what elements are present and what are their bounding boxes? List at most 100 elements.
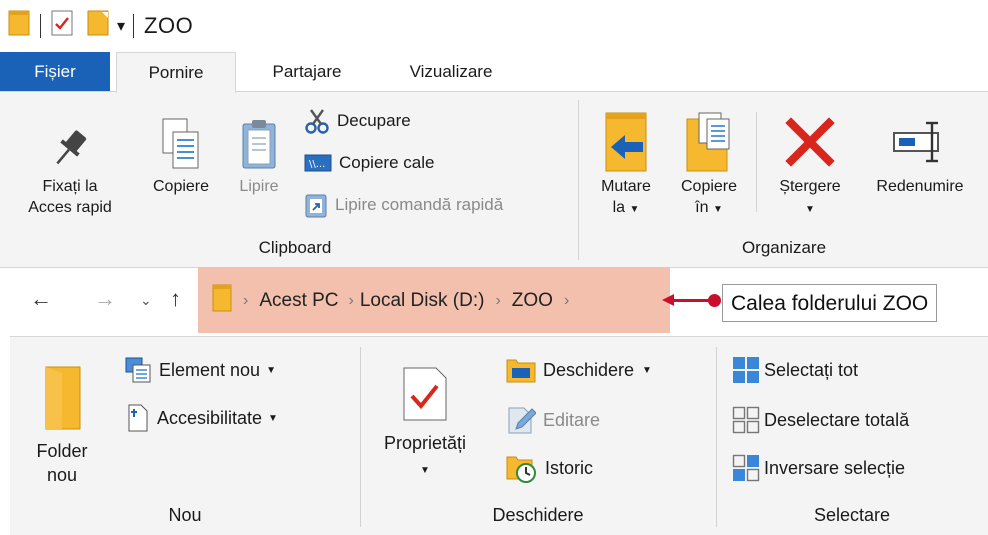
clipboard-group-label: Clipboard [258,238,332,257]
new-item-icon [124,356,152,384]
paste-shortcut-button[interactable]: Lipire comandă rapidă [304,190,503,220]
move-to-label-1: Mutare [601,178,651,195]
pin-to-quick-access-button[interactable]: Fixați la Acces rapid [14,120,126,218]
select-none-button[interactable]: Deselectare totală [732,405,909,435]
paste-button[interactable]: Lipire [226,112,292,197]
quick-access-toolbar: ▾ [8,6,144,46]
rename-button[interactable]: Redenumire [860,108,980,197]
properties-button[interactable]: Proprietăți ▼ [368,357,482,483]
breadcrumb-chevron-icon: › [243,292,249,309]
open-label: Deschidere [543,359,635,380]
open-group-label: Deschidere [492,505,584,525]
breadcrumb-zoo[interactable]: ZOO [512,290,553,312]
edit-icon [506,405,536,435]
pin-icon [14,120,126,176]
history-button[interactable]: Istoric [506,453,593,483]
new-group-label: Nou [168,505,202,525]
select-all-button[interactable]: Selectați tot [732,355,858,385]
dropdown-arrow-icon: ▼ [420,465,430,476]
tab-home[interactable]: Pornire [116,52,236,93]
folder-icon [212,284,232,318]
window-title: ZOO [144,13,194,38]
rename-label: Redenumire [876,178,964,195]
address-bar[interactable]: › Acest PC › Local Disk (D:) › ZOO › [212,284,580,318]
folder-icon [30,357,94,439]
history-label: Istoric [545,457,594,478]
breadcrumb-local-disk[interactable]: Local Disk (D:) [360,290,485,312]
copy-label: Copiere [152,178,210,195]
group-divider [578,100,579,260]
scissors-icon [304,108,330,134]
properties-label: Proprietăți [383,433,467,453]
dropdown-arrow-icon: ▼ [266,364,276,376]
easy-access-label: Accesibilitate [157,407,263,428]
back-arrow-icon[interactable]: ← [30,286,52,312]
customize-toolbar-icon[interactable]: ▾ [117,16,125,36]
copy-to-label-2: în [695,199,709,216]
history-icon [506,453,538,483]
pin-label-2: Acces rapid [28,199,112,216]
breadcrumb-chevron-icon: › [348,292,354,309]
open-icon [506,356,536,384]
invert-selection-button[interactable]: Inversare selecție [732,453,905,483]
edit-button[interactable]: Editare [506,405,600,435]
new-item-button[interactable]: Element nou ▼ [124,355,276,385]
tab-view[interactable]: Vizualizare [376,52,526,92]
easy-access-icon [124,403,150,433]
select-none-label: Deselectare totală [764,409,910,430]
folder-icon[interactable] [8,10,30,42]
copy-icon [138,112,224,176]
ribbon-home-continued: Folder nou Element nou ▼ Accesibilitate … [10,336,988,535]
copy-path-button[interactable]: \\... Copiere cale [304,148,434,178]
properties-icon[interactable] [51,10,73,42]
new-folder-label-1: Folder [36,441,88,461]
toolbar-divider [133,14,135,38]
organize-group-label: Organizare [741,238,827,257]
edit-label: Editare [543,409,601,430]
callout-label: Calea folderului ZOO [722,284,938,322]
new-folder-button[interactable]: Folder nou [30,357,94,487]
group-divider [756,112,757,212]
paste-label: Lipire [239,178,279,195]
recent-locations-icon[interactable]: ⌄ [140,292,152,309]
copy-button[interactable]: Copiere [138,112,224,197]
title-bar: ▾ ZOO [0,0,988,52]
forward-arrow-icon[interactable]: → [94,286,116,312]
easy-access-button[interactable]: Accesibilitate ▼ [124,403,278,433]
new-item-label: Element nou [159,359,261,380]
dropdown-arrow-icon: ▼ [805,204,815,215]
dropdown-arrow-icon: ▼ [712,204,723,215]
new-folder-label-2: nou [46,465,78,485]
move-to-icon [588,108,664,176]
rename-icon [860,108,980,176]
breadcrumb-this-pc[interactable]: Acest PC [259,290,338,312]
copy-path-label: Copiere cale [339,153,435,172]
delete-label: Ștergere [779,178,841,195]
copy-path-icon: \\... [304,154,332,172]
copy-to-icon [668,108,750,176]
dropdown-arrow-icon: ▼ [642,364,652,376]
select-all-icon [732,356,760,384]
cut-button[interactable]: Decupare [304,106,411,136]
new-folder-icon[interactable] [87,10,109,42]
breadcrumb-chevron-icon: › [495,292,501,309]
delete-icon [762,108,858,176]
breadcrumb-chevron-icon: › [563,292,570,309]
paste-shortcut-icon [304,192,328,218]
invert-selection-label: Inversare selecție [764,457,906,478]
cut-label: Decupare [337,111,411,130]
select-group-label: Selectare [813,505,891,525]
open-button[interactable]: Deschidere ▼ [506,355,652,385]
invert-selection-icon [732,454,760,482]
toolbar-divider [40,14,41,38]
group-divider [360,347,361,527]
copy-to-button[interactable]: Copiere în ▼ [668,108,750,220]
select-all-label: Selectați tot [764,359,859,380]
move-to-button[interactable]: Mutare la ▼ [588,108,664,220]
delete-button[interactable]: Ștergere ▼ [762,108,858,220]
clipboard-icon [226,112,292,176]
svg-text:\\...: \\... [309,159,325,170]
tab-file[interactable]: Fișier [0,52,110,92]
up-arrow-icon[interactable]: ↑ [170,286,181,312]
tab-share[interactable]: Partajare [252,52,362,92]
